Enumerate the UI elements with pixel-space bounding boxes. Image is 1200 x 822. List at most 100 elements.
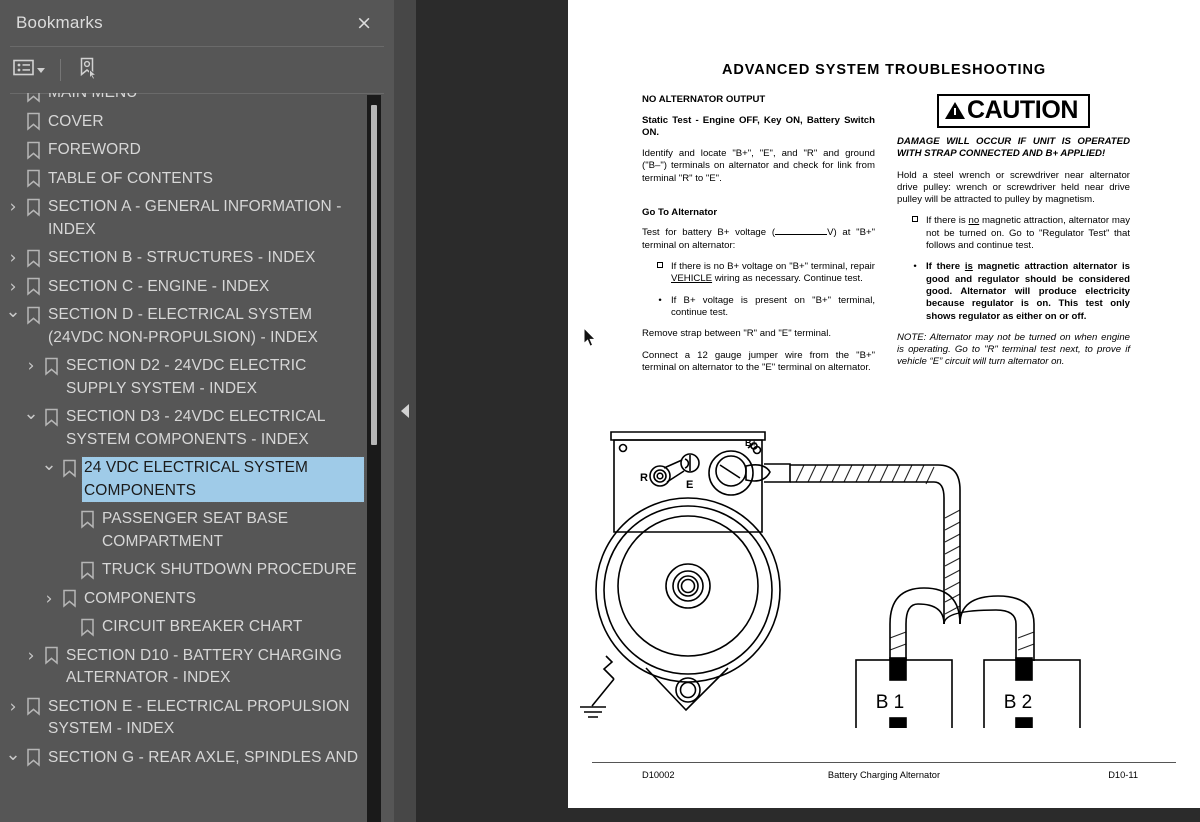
- chevron-down-icon[interactable]: ⌄: [40, 456, 58, 474]
- panel-resizer[interactable]: [394, 0, 416, 822]
- bookmark-label: FOREWORD: [48, 141, 141, 158]
- left-column: NO ALTERNATOR OUTPUT Static Test - Engin…: [642, 94, 875, 383]
- bookmark-icon: [22, 111, 44, 133]
- battery2-label: B 2: [1004, 692, 1033, 713]
- close-icon[interactable]: ×: [350, 12, 378, 35]
- bookmarks-panel-header: Bookmarks ×: [0, 0, 394, 46]
- collapse-panel-button[interactable]: [394, 395, 416, 427]
- bookmarks-scrollbar[interactable]: [367, 95, 381, 822]
- chevron-down-icon: [37, 67, 45, 73]
- bookmark-label: PASSENGER SEAT BASE COMPARTMENT: [102, 510, 293, 550]
- r-bullet1-pre: If there is: [926, 215, 969, 227]
- bookmark-label: TRUCK SHUTDOWN PROCEDURE: [102, 561, 357, 578]
- bookmark-item[interactable]: ⌄ SECTION D3 - 24VDC ELECTRICAL SYSTEM CO…: [0, 403, 366, 454]
- bookmark-item[interactable]: › COMPONENTS: [0, 585, 366, 614]
- bookmark-label: SECTION D2 - 24VDC ELECTRIC SUPPLY SYSTE…: [66, 357, 311, 397]
- bookmark-icon: [58, 457, 80, 479]
- bookmark-label: SECTION D - ELECTRICAL SYSTEM (24VDC NON…: [48, 306, 318, 346]
- bookmark-item[interactable]: TRUCK SHUTDOWN PROCEDURE: [0, 556, 366, 585]
- bookmark-icon: [40, 645, 62, 667]
- triangle-left-icon: [401, 404, 409, 418]
- r-bullet2-underline: is: [964, 261, 973, 273]
- bookmark-item[interactable]: ⌄ SECTION G - REAR AXLE, SPINDLES AND: [0, 744, 366, 773]
- hold-wrench-paragraph: Hold a steel wrench or screwdriver near …: [897, 169, 1130, 206]
- document-viewer[interactable]: ADVANCED SYSTEM TROUBLESHOOTING NO ALTER…: [416, 0, 1200, 822]
- bullet1-underline: VEHICLE: [671, 273, 713, 285]
- list-item: • If B+ voltage is present on "B+" termi…: [642, 295, 875, 320]
- chevron-down-icon[interactable]: ⌄: [22, 405, 40, 423]
- chevron-right-icon[interactable]: ›: [4, 196, 22, 218]
- test-intro-a: Test for battery B+ voltage (: [642, 227, 776, 239]
- bookmark-item[interactable]: › SECTION B - STRUCTURES - INDEX: [0, 244, 366, 273]
- bookmark-icon: [22, 247, 44, 269]
- bookmark-label: SECTION C - ENGINE - INDEX: [48, 277, 270, 295]
- chevron-right-icon[interactable]: ›: [22, 355, 40, 377]
- r-bullet2-pre: If there: [926, 261, 965, 273]
- bookmark-label: COVER: [48, 112, 104, 130]
- list-options-icon: [13, 59, 34, 81]
- bookmark-icon: [76, 616, 98, 638]
- bookmark-item[interactable]: PASSENGER SEAT BASE COMPARTMENT: [0, 505, 366, 556]
- bookmark-icon: [40, 406, 62, 428]
- bookmark-item[interactable]: COVER: [0, 108, 366, 137]
- bookmark-label: TABLE OF CONTENTS: [48, 169, 214, 187]
- chevron-down-icon[interactable]: ⌄: [4, 745, 22, 763]
- toolbar-divider: [60, 59, 61, 81]
- bookmark-label: 24 VDC ELECTRICAL SYSTEM COMPONENTS: [81, 456, 365, 503]
- bookmark-icon: [22, 304, 44, 326]
- checkbox-icon: [656, 261, 664, 286]
- bookmark-item[interactable]: › SECTION A - GENERAL INFORMATION - INDEX: [0, 193, 366, 244]
- new-bookmark-icon: [76, 56, 100, 85]
- bookmark-item[interactable]: › SECTION C - ENGINE - INDEX: [0, 273, 366, 302]
- chevron-down-icon[interactable]: ⌄: [4, 303, 22, 321]
- test-battery-voltage-paragraph: Test for battery B+ voltage (V) at "B+" …: [642, 227, 875, 252]
- bookmark-options-button[interactable]: [10, 55, 48, 85]
- footer-doc-number: D10002: [642, 770, 675, 780]
- bullet1-post: wiring as necessary. Continue test.: [712, 273, 863, 285]
- footer-page-number: D10-11: [1108, 770, 1138, 780]
- chevron-right-icon[interactable]: ›: [4, 247, 22, 269]
- chevron-right-icon[interactable]: ›: [4, 276, 22, 298]
- list-item: • If there is magnetic attraction altern…: [897, 261, 1130, 322]
- bookmark-label: SECTION B - STRUCTURES - INDEX: [48, 249, 316, 266]
- chevron-right-icon[interactable]: ›: [40, 588, 58, 610]
- terminal-bplus-label: B+: [745, 438, 757, 448]
- document-columns: NO ALTERNATOR OUTPUT Static Test - Engin…: [590, 94, 1178, 383]
- bookmark-item[interactable]: FOREWORD: [0, 136, 366, 165]
- bookmarks-toolbar: [0, 47, 394, 93]
- section-heading-no-alternator-output: NO ALTERNATOR OUTPUT: [642, 94, 766, 105]
- bookmark-item[interactable]: ⌄ SECTION D - ELECTRICAL SYSTEM (24VDC NO…: [0, 301, 366, 352]
- bookmark-item[interactable]: MAIN MENU: [0, 93, 366, 108]
- bullet-dot-icon: •: [658, 294, 662, 306]
- alternator-battery-wiring-diagram: B 1 B 2 R E B+: [568, 418, 1200, 758]
- bookmark-item[interactable]: › SECTION E - ELECTRICAL PROPULSION SYSTE…: [0, 693, 366, 744]
- bullet-no-bplus-voltage: If there is no B+ voltage on "B+" termin…: [671, 261, 875, 286]
- chevron-right-icon[interactable]: ›: [22, 645, 40, 667]
- page-footer: D10002 Battery Charging Alternator D10-1…: [592, 762, 1176, 780]
- bookmark-item[interactable]: › SECTION D10 - BATTERY CHARGING ALTERNAT…: [0, 642, 366, 693]
- bookmark-label: SECTION E - ELECTRICAL PROPULSION SYSTEM…: [48, 697, 355, 738]
- new-bookmark-button[interactable]: [73, 52, 103, 89]
- bookmark-item[interactable]: › SECTION D2 - 24VDC ELECTRIC SUPPLY SYST…: [0, 352, 366, 403]
- bookmarks-tree[interactable]: MAIN MENU COVER FOREWORD TABLE OF CONTENTS ›…: [0, 93, 394, 822]
- bookmarks-panel: Bookmarks × COVER FOREWORD TABLE OF CONT…: [0, 0, 394, 822]
- bookmark-label: CIRCUIT BREAKER CHART: [102, 618, 303, 635]
- bookmark-icon: [22, 196, 44, 218]
- bookmark-label: SECTION D10 - BATTERY CHARGING ALTERNATO…: [66, 646, 346, 687]
- caution-text: DAMAGE WILL OCCUR IF UNIT IS OPERATED WI…: [897, 136, 1130, 160]
- bookmark-item[interactable]: ⌄ 24 VDC ELECTRICAL SYSTEM COMPONENTS: [0, 454, 366, 505]
- bullet-is-magnetic-attraction: If there is magnetic attraction alternat…: [926, 261, 1130, 322]
- bookmark-label: SECTION A - GENERAL INFORMATION - INDEX: [48, 198, 346, 238]
- bookmark-label: COMPONENTS: [84, 589, 197, 607]
- bookmark-icon: [22, 93, 44, 104]
- bookmark-item[interactable]: TABLE OF CONTENTS: [0, 165, 366, 194]
- document-title: ADVANCED SYSTEM TROUBLESHOOTING: [721, 62, 1047, 78]
- caution-banner: CAUTION: [897, 94, 1130, 128]
- bookmark-icon: [76, 559, 98, 581]
- bookmark-label: MAIN MENU: [46, 93, 142, 105]
- chevron-right-icon[interactable]: ›: [4, 696, 22, 718]
- bookmark-icon: [76, 508, 98, 530]
- bookmark-item[interactable]: CIRCUIT BREAKER CHART: [0, 613, 366, 642]
- scrollbar-thumb[interactable]: [371, 105, 377, 445]
- bookmark-label: SECTION G - REAR AXLE, SPINDLES AND: [48, 748, 359, 766]
